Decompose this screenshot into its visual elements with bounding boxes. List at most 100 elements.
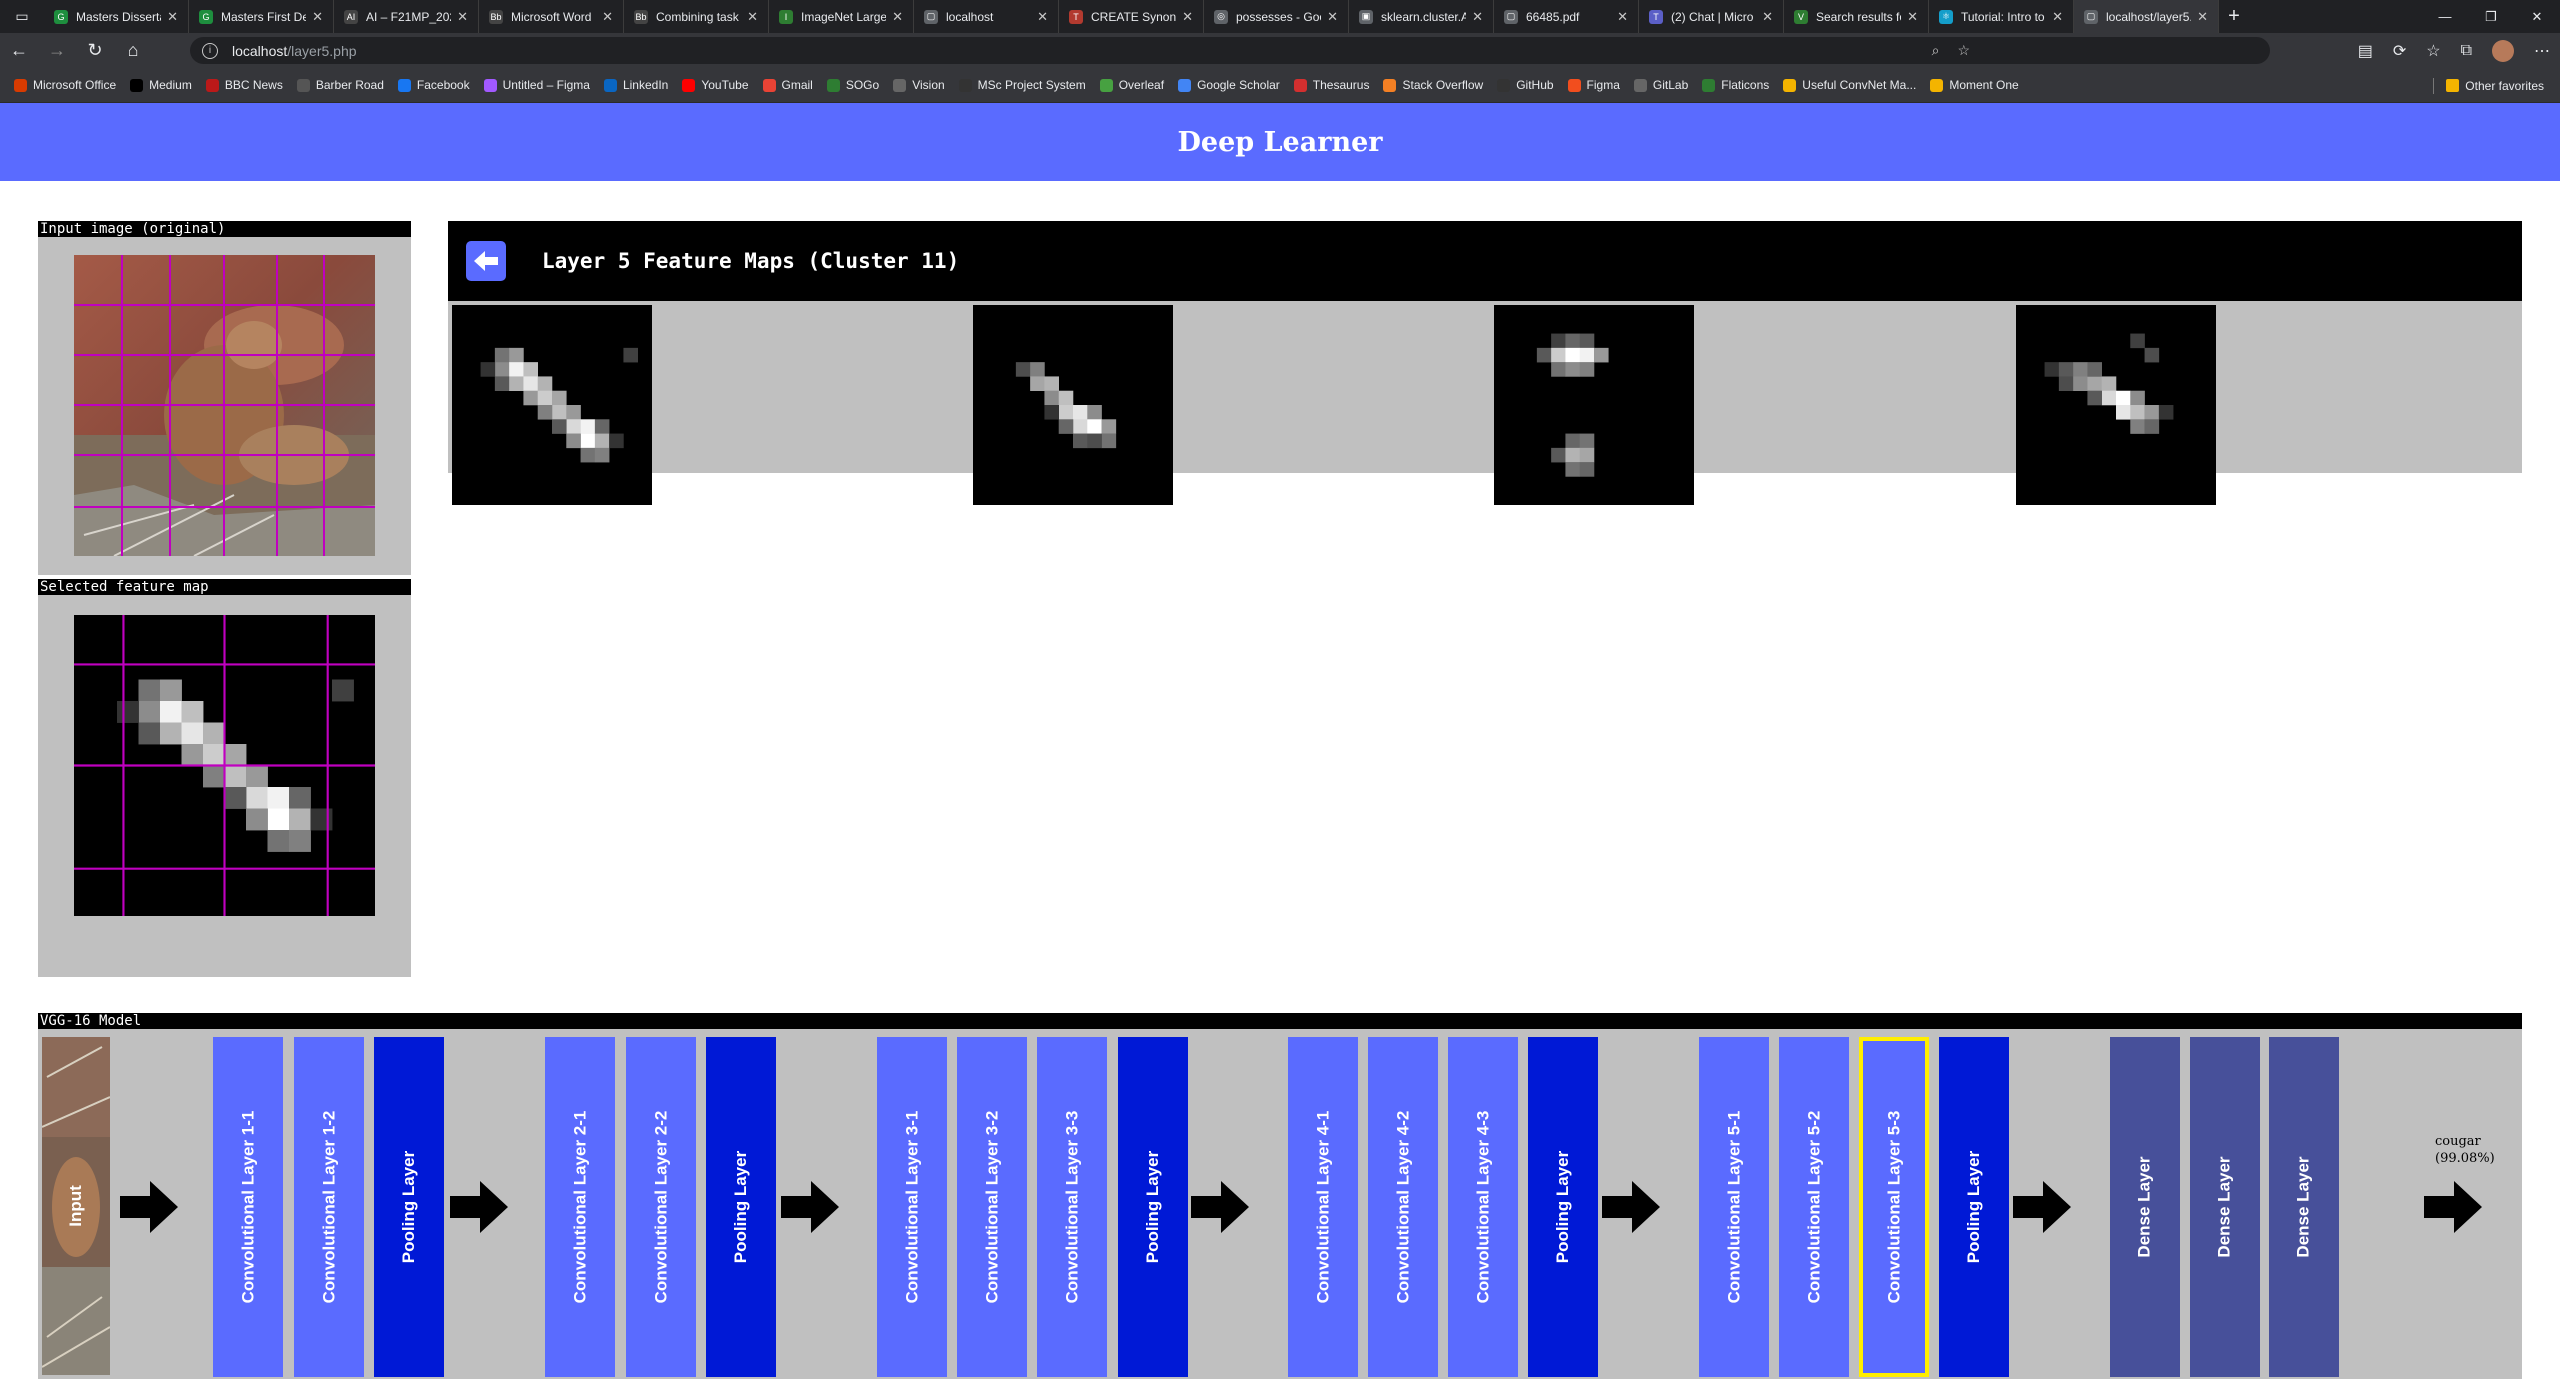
pooling-layer-block[interactable]: Pooling Layer bbox=[1528, 1037, 1598, 1377]
tab-close-icon[interactable]: ✕ bbox=[892, 9, 903, 25]
bookmark-item[interactable]: Overleaf bbox=[1099, 78, 1164, 92]
back-nav-icon[interactable]: ← bbox=[0, 33, 38, 68]
forward-nav-icon[interactable]: → bbox=[38, 33, 76, 68]
bookmark-item[interactable]: Untitled – Figma bbox=[483, 78, 590, 92]
bookmark-item[interactable]: SOGo bbox=[826, 78, 879, 92]
dense-layer-block[interactable]: Dense Layer bbox=[2190, 1037, 2260, 1377]
tab-close-icon[interactable]: ✕ bbox=[167, 9, 178, 25]
browser-tab[interactable]: ◎ possesses - Goo ✕ bbox=[1204, 0, 1349, 33]
bookmark-item[interactable]: BBC News bbox=[205, 78, 283, 92]
favorites-icon[interactable]: ☆ bbox=[2426, 41, 2440, 61]
bookmark-item[interactable]: MSc Project System bbox=[958, 78, 1086, 92]
address-bar[interactable]: i localhost/layer5.php ⌕ ☆ bbox=[190, 37, 2270, 64]
browser-tab[interactable]: ▢ localhost ✕ bbox=[914, 0, 1059, 33]
window-menu-icon[interactable]: ▭ bbox=[0, 0, 44, 33]
conv-layer-block[interactable]: Convolutional Layer 3-2 bbox=[957, 1037, 1027, 1377]
back-button[interactable] bbox=[466, 241, 506, 281]
tab-close-icon[interactable]: ✕ bbox=[1617, 9, 1628, 25]
browser-tab[interactable]: G Masters First De ✕ bbox=[189, 0, 334, 33]
restore-icon[interactable]: ❐ bbox=[2468, 0, 2514, 33]
browser-tab[interactable]: Bb Combining task ✕ bbox=[624, 0, 769, 33]
new-tab-button[interactable]: + bbox=[2219, 5, 2249, 28]
feature-map-tile[interactable] bbox=[452, 305, 652, 505]
pooling-layer-block[interactable]: Pooling Layer bbox=[374, 1037, 444, 1377]
conv-layer-block[interactable]: Convolutional Layer 2-1 bbox=[545, 1037, 615, 1377]
zoom-icon[interactable]: ⌕ bbox=[1932, 42, 1940, 59]
extensions-icon[interactable]: ⟳ bbox=[2393, 41, 2406, 61]
conv-layer-block[interactable]: Convolutional Layer 5-3 bbox=[1859, 1037, 1929, 1377]
conv-layer-block[interactable]: Convolutional Layer 5-1 bbox=[1699, 1037, 1769, 1377]
bookmark-item[interactable]: Microsoft Office bbox=[14, 78, 116, 92]
tab-close-icon[interactable]: ✕ bbox=[1472, 9, 1483, 25]
profile-avatar[interactable] bbox=[2492, 39, 2514, 62]
dense-layer-block[interactable]: Dense Layer bbox=[2110, 1037, 2180, 1377]
tab-close-icon[interactable]: ✕ bbox=[602, 9, 613, 25]
bookmark-item[interactable]: GitHub bbox=[1497, 78, 1554, 92]
browser-tab[interactable]: ⚛ Tutorial: Intro to ✕ bbox=[1929, 0, 2074, 33]
conv-layer-block[interactable]: Convolutional Layer 3-3 bbox=[1037, 1037, 1107, 1377]
bookmark-item[interactable]: Google Scholar bbox=[1178, 78, 1280, 92]
browser-tab[interactable]: Bb Microsoft Word ✕ bbox=[479, 0, 624, 33]
tab-close-icon[interactable]: ✕ bbox=[1327, 9, 1338, 25]
bookmark-item[interactable]: Moment One bbox=[1930, 78, 2019, 92]
conv-layer-block[interactable]: Convolutional Layer 2-2 bbox=[626, 1037, 696, 1377]
browser-tab[interactable]: ▢ 66485.pdf ✕ bbox=[1494, 0, 1639, 33]
bookmark-item[interactable]: LinkedIn bbox=[603, 78, 668, 92]
tab-close-icon[interactable]: ✕ bbox=[1182, 9, 1193, 25]
minimize-icon[interactable]: — bbox=[2422, 0, 2468, 33]
browser-tab[interactable]: T (2) Chat | Micro ✕ bbox=[1639, 0, 1784, 33]
conv-layer-block[interactable]: Convolutional Layer 4-2 bbox=[1368, 1037, 1438, 1377]
bookmark-item[interactable]: Medium bbox=[130, 78, 192, 92]
conv-layer-block[interactable]: Convolutional Layer 4-3 bbox=[1448, 1037, 1518, 1377]
bookmark-item[interactable]: Figma bbox=[1567, 78, 1620, 92]
tab-close-icon[interactable]: ✕ bbox=[1037, 9, 1048, 25]
input-image[interactable] bbox=[74, 255, 375, 556]
feature-map-tile[interactable] bbox=[973, 305, 1173, 505]
bookmark-item[interactable]: Vision bbox=[893, 78, 945, 92]
site-info-icon[interactable]: i bbox=[202, 42, 218, 59]
browser-tab[interactable]: AI AI – F21MP_2021 ✕ bbox=[334, 0, 479, 33]
conv-layer-block[interactable]: Convolutional Layer 3-1 bbox=[877, 1037, 947, 1377]
feature-map-tile[interactable] bbox=[2016, 305, 2216, 505]
tab-close-icon[interactable]: ✕ bbox=[457, 9, 468, 25]
conv-layer-block[interactable]: Convolutional Layer 5-2 bbox=[1779, 1037, 1849, 1377]
reading-view-icon[interactable]: ▤ bbox=[2358, 41, 2373, 61]
home-icon[interactable]: ⌂ bbox=[114, 33, 152, 68]
bookmark-item[interactable]: YouTube bbox=[682, 78, 749, 92]
conv-layer-block[interactable]: Convolutional Layer 1-2 bbox=[294, 1037, 364, 1377]
other-favorites[interactable]: Other favorites bbox=[2446, 68, 2544, 103]
more-menu-icon[interactable]: ⋯ bbox=[2534, 41, 2550, 61]
pooling-layer-block[interactable]: Pooling Layer bbox=[706, 1037, 776, 1377]
dense-layer-block[interactable]: Dense Layer bbox=[2269, 1037, 2339, 1377]
bookmark-item[interactable]: Thesaurus bbox=[1293, 78, 1369, 92]
collections-icon[interactable]: ⧉ bbox=[2461, 42, 2472, 60]
browser-tab[interactable]: V Search results fo ✕ bbox=[1784, 0, 1929, 33]
reload-icon[interactable]: ↻ bbox=[76, 33, 114, 68]
browser-tab[interactable]: G Masters Disserta ✕ bbox=[44, 0, 189, 33]
tab-close-icon[interactable]: ✕ bbox=[747, 9, 758, 25]
add-favorite-icon[interactable]: ☆ bbox=[1957, 42, 1970, 59]
bookmark-item[interactable]: Stack Overflow bbox=[1383, 78, 1483, 92]
feature-map-tile[interactable] bbox=[1494, 305, 1694, 505]
pooling-layer-block[interactable]: Pooling Layer bbox=[1939, 1037, 2009, 1377]
bookmark-item[interactable]: GitLab bbox=[1633, 78, 1688, 92]
conv-layer-block[interactable]: Convolutional Layer 4-1 bbox=[1288, 1037, 1358, 1377]
tab-close-icon[interactable]: ✕ bbox=[312, 9, 323, 25]
bookmark-item[interactable]: Facebook bbox=[397, 78, 470, 92]
browser-tab[interactable]: T CREATE Synonym ✕ bbox=[1059, 0, 1204, 33]
pooling-layer-block[interactable]: Pooling Layer bbox=[1118, 1037, 1188, 1377]
bookmark-item[interactable]: Gmail bbox=[762, 78, 813, 92]
bookmark-item[interactable]: Useful ConvNet Ma... bbox=[1783, 78, 1916, 92]
conv-layer-block[interactable]: Convolutional Layer 1-1 bbox=[213, 1037, 283, 1377]
bookmark-item[interactable]: Flaticons bbox=[1702, 78, 1769, 92]
browser-tab[interactable]: ▢ localhost/layer5. ✕ bbox=[2074, 0, 2219, 33]
input-thumbnail[interactable]: Input bbox=[42, 1037, 110, 1375]
browser-tab[interactable]: ▣ sklearn.cluster.A ✕ bbox=[1349, 0, 1494, 33]
browser-tab[interactable]: I ImageNet Large ✕ bbox=[769, 0, 914, 33]
tab-close-icon[interactable]: ✕ bbox=[1907, 9, 1918, 25]
tab-close-icon[interactable]: ✕ bbox=[1762, 9, 1773, 25]
tab-close-icon[interactable]: ✕ bbox=[2052, 9, 2063, 25]
tab-close-icon[interactable]: ✕ bbox=[2197, 9, 2208, 25]
close-window-icon[interactable]: ✕ bbox=[2514, 0, 2560, 33]
bookmark-item[interactable]: Barber Road bbox=[296, 78, 384, 92]
